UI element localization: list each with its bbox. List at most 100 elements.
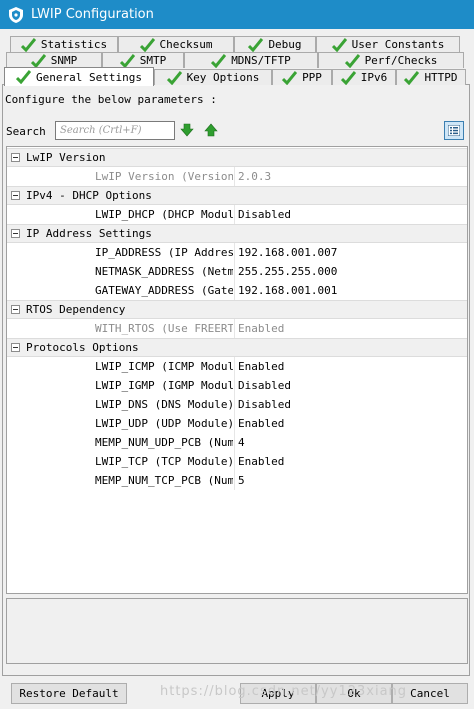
tab-perf-checks[interactable]: Perf/Checks [318,52,464,68]
tab-label: Perf/Checks [364,54,438,67]
param-value: Disabled [238,398,291,411]
param-row[interactable]: LWIP_UDP (UDP Module) Enabled [7,414,467,433]
view-toggle-button[interactable] [444,121,464,140]
collapse-icon[interactable] [11,343,20,352]
check-mark-icon [166,70,182,85]
param-row[interactable]: LWIP_ICMP (ICMP Modul... Enabled [7,357,467,376]
param-row[interactable]: LWIP_TCP (TCP Module) Enabled [7,452,467,471]
param-row[interactable]: LWIP_DNS (DNS Module) Disabled [7,395,467,414]
param-row[interactable]: LWIP_IGMP (IGMP Module) Disabled [7,376,467,395]
param-value: 192.168.001.007 [238,246,338,259]
check-mark-icon [248,37,264,52]
check-mark-icon [331,37,347,52]
group-label: LwIP Version [26,151,106,164]
group-label: Protocols Options [26,341,139,354]
list-view-icon [448,125,460,136]
param-name: LWIP_DNS (DNS Module) [95,398,233,411]
arrow-up-icon[interactable] [204,123,218,137]
tab-label: SMTP [139,54,167,67]
apply-button[interactable]: Apply [240,683,316,704]
param-value: Enabled [238,455,285,468]
tab-label: Checksum [159,38,213,51]
check-mark-icon [340,70,356,85]
param-value: 192.168.001.001 [238,284,338,297]
collapse-icon[interactable] [11,305,20,314]
tab-ppp[interactable]: PPP [272,69,332,85]
tab-checksum[interactable]: Checksum [118,36,234,52]
tab-snmp[interactable]: SNMP [6,52,102,68]
param-row[interactable]: LwIP Version (Version... 2.0.3 [7,167,467,186]
tab-key-options[interactable]: Key Options [154,69,272,85]
tab-label: HTTPD [424,71,458,84]
group-rtos-dependency[interactable]: RTOS Dependency [7,300,467,319]
check-mark-icon [139,37,155,52]
group-label: RTOS Dependency [26,303,126,316]
check-mark-icon [344,53,360,68]
param-row[interactable]: MEMP_NUM_UDP_PCB (Num... 4 [7,433,467,452]
check-mark-icon [20,37,36,52]
tab-statistics[interactable]: Statistics [10,36,118,52]
tab-label: Statistics [40,38,108,51]
tab-label: General Settings [36,70,142,84]
param-value: 4 [238,436,245,449]
param-name: GATEWAY_ADDRESS (Gate... [95,284,233,297]
group-lwip-version[interactable]: LwIP Version [7,148,467,167]
description-pane [6,598,468,664]
tab-httpd[interactable]: HTTPD [396,69,466,85]
cancel-button[interactable]: Cancel [392,683,468,704]
param-value: Disabled [238,379,291,392]
param-value: Disabled [238,208,291,221]
check-mark-icon [211,53,227,68]
collapse-icon[interactable] [11,153,20,162]
tab-ipv6[interactable]: IPv6 [332,69,396,85]
instructions-text: Configure the below parameters : [5,93,217,106]
param-row[interactable]: WITH_RTOS (Use FREERT... Enabled [7,319,467,338]
param-name: LWIP_TCP (TCP Module) [95,455,233,468]
param-name: LWIP_ICMP (ICMP Modul... [95,360,233,373]
tab-general-settings[interactable]: General Settings [4,67,154,86]
param-name: MEMP_NUM_TCP_PCB (Num... [95,474,233,487]
shield-icon [9,6,23,23]
tab-label: PPP [302,71,322,84]
check-mark-icon [404,70,420,85]
ok-button[interactable]: Ok [316,683,392,704]
tab-user-constants[interactable]: User Constants [316,36,460,52]
param-row[interactable]: MEMP_NUM_TCP_PCB (Num... 5 [7,471,467,490]
param-row[interactable]: LWIP_DHCP (DHCP Module) Disabled [7,205,467,224]
param-name: LWIP_IGMP (IGMP Module) [95,379,233,392]
param-row[interactable]: IP_ADDRESS (IP Address) 192.168.001.007 [7,243,467,262]
param-name: NETMASK_ADDRESS (Netm... [95,265,233,278]
tab-label: SNMP [50,54,78,67]
search-input[interactable] [55,121,175,140]
param-row[interactable]: GATEWAY_ADDRESS (Gate... 192.168.001.001 [7,281,467,300]
tab-row-3: General Settings Key Options PPP IPv6 HT… [0,67,474,86]
collapse-icon[interactable] [11,229,20,238]
tab-mdns-tftp[interactable]: MDNS/TFTP [184,52,318,68]
param-name: LWIP_UDP (UDP Module) [95,417,233,430]
group-ip-address-settings[interactable]: IP Address Settings [7,224,467,243]
search-label: Search : [6,125,59,138]
param-value: 2.0.3 [238,170,272,183]
title-bar: LWIP Configuration [0,0,474,29]
param-row[interactable]: NETMASK_ADDRESS (Netm... 255.255.255.000 [7,262,467,281]
tab-label: MDNS/TFTP [231,54,291,67]
tab-label: User Constants [351,38,445,51]
param-name: IP_ADDRESS (IP Address) [95,246,233,259]
group-protocols-options[interactable]: Protocols Options [7,338,467,357]
param-name: WITH_RTOS (Use FREERT... [95,322,233,335]
collapse-icon[interactable] [11,191,20,200]
tab-row-1: Statistics Checksum Debug User Constants [0,36,474,53]
param-value: 5 [238,474,245,487]
arrow-down-icon[interactable] [180,123,194,137]
tab-label: IPv6 [360,71,388,84]
group-label: IPv4 - DHCP Options [26,189,152,202]
param-name: LWIP_DHCP (DHCP Module) [95,208,233,221]
group-ipv4-dhcp[interactable]: IPv4 - DHCP Options [7,186,467,205]
tab-debug[interactable]: Debug [234,36,316,52]
check-mark-icon [282,70,298,85]
window-title: LWIP Configuration [31,7,154,22]
tab-smtp[interactable]: SMTP [102,52,184,68]
param-value: 255.255.255.000 [238,265,338,278]
check-mark-icon [30,53,46,68]
restore-default-button[interactable]: Restore Default [11,683,127,704]
